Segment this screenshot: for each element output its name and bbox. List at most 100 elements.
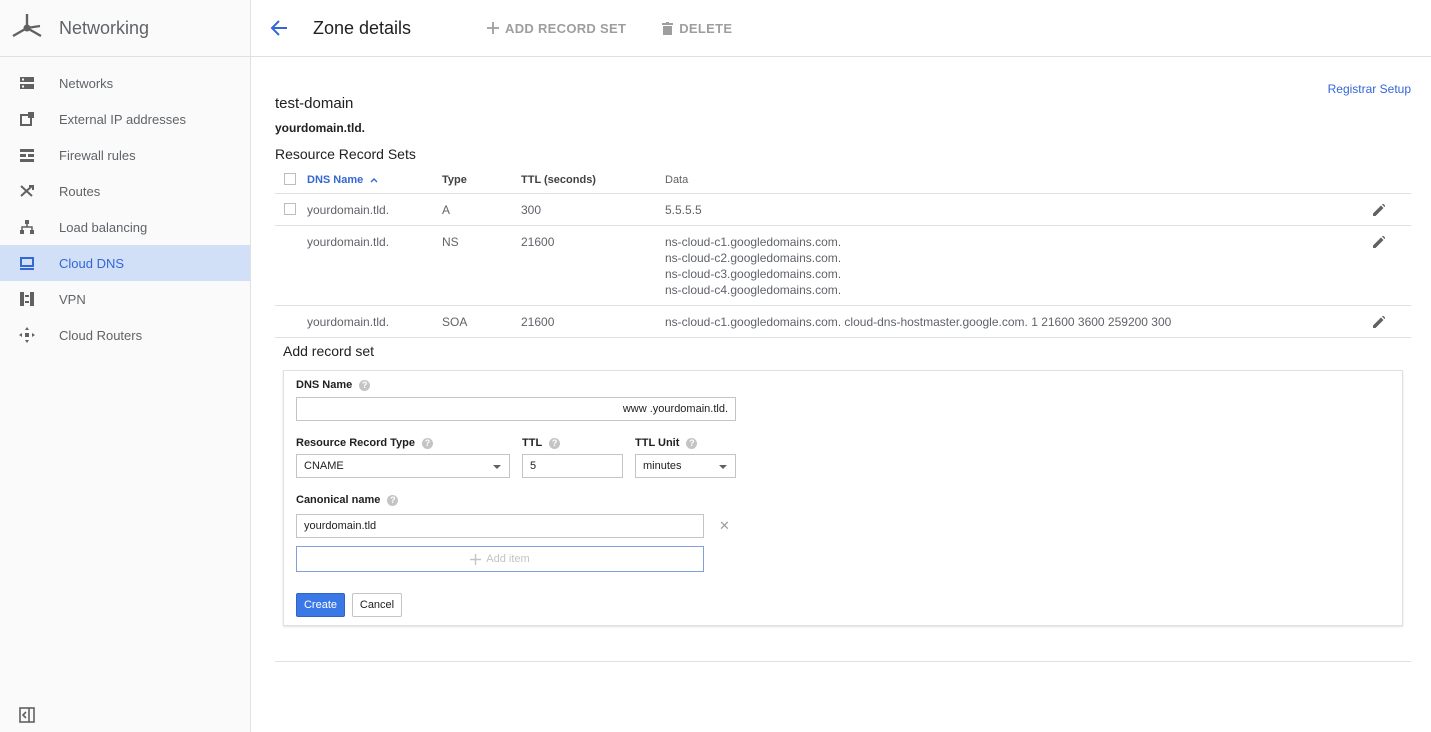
sidebar-item-load-balancing[interactable]: Load balancing <box>0 209 250 245</box>
row-type: A <box>442 203 451 217</box>
sidebar-item-cloud-routers[interactable]: Cloud Routers <box>0 317 250 353</box>
back-arrow-icon[interactable] <box>267 16 291 40</box>
cloud-routers-icon <box>19 327 35 343</box>
dropdown-arrow-icon <box>493 465 501 469</box>
edit-pencil-icon[interactable] <box>1371 234 1387 250</box>
zone-name: test-domain <box>275 95 354 112</box>
add-record-set-button[interactable]: ADD RECORD SET <box>487 21 626 36</box>
column-data: Data <box>665 174 689 186</box>
sidebar-item-networks[interactable]: Networks <box>0 65 250 101</box>
create-button[interactable]: Create <box>296 593 345 617</box>
row-ttl: 21600 <box>521 235 555 249</box>
plus-icon <box>487 22 499 34</box>
rr-type-value: CNAME <box>304 460 344 472</box>
sort-ascending-icon <box>370 178 378 183</box>
external-ip-icon <box>19 111 35 127</box>
sidebar-item-cloud-dns[interactable]: Cloud DNS <box>0 245 250 281</box>
clear-item-icon[interactable]: ✕ <box>719 518 730 534</box>
sidebar-item-label: Routes <box>59 183 101 199</box>
select-all-checkbox[interactable] <box>284 173 296 185</box>
cancel-button[interactable]: Cancel <box>352 593 402 617</box>
help-icon[interactable]: ? <box>387 494 399 506</box>
page-title: Zone details <box>313 17 412 38</box>
column-dns-name-label: DNS Name <box>307 174 364 186</box>
row-data-line: ns-cloud-c4.googledomains.com. <box>665 283 842 297</box>
sidebar-item-label: Cloud DNS <box>59 255 125 271</box>
help-icon[interactable]: ? <box>549 437 561 449</box>
sidebar-item-vpn[interactable]: VPN <box>0 281 250 317</box>
rr-type-label-text: Resource Record Type <box>296 437 416 449</box>
rr-type-select[interactable]: CNAME <box>296 454 510 478</box>
cloud-dns-icon <box>19 255 35 271</box>
trash-icon <box>662 21 674 35</box>
add-item-button[interactable]: Add item <box>296 546 704 572</box>
add-record-set-panel: DNS Name ? www .yourdomain.tld. Resource… <box>283 370 1403 626</box>
sidebar-item-label: Firewall rules <box>59 147 136 163</box>
row-dns-name: yourdomain.tld. <box>307 203 390 217</box>
column-ttl[interactable]: TTL (seconds) <box>521 174 596 186</box>
ttl-unit-label: TTL Unit ? <box>635 437 698 449</box>
delete-button[interactable]: DELETE <box>662 21 732 36</box>
canonical-name-input[interactable]: yourdomain.tld <box>296 514 704 538</box>
table-row: yourdomain.tld. NS 21600 ns-cloud-c1.goo… <box>275 226 1411 306</box>
column-dns-name[interactable]: DNS Name <box>307 174 378 186</box>
networks-icon <box>19 75 35 91</box>
table-header: DNS Name Type TTL (seconds) Data <box>275 169 1411 194</box>
plus-icon <box>470 553 482 565</box>
divider <box>275 661 1411 662</box>
record-sets-title: Resource Record Sets <box>275 146 416 162</box>
help-icon[interactable]: ? <box>686 437 698 449</box>
sidebar-item-label: External IP addresses <box>59 111 186 127</box>
ttl-input[interactable]: 5 <box>522 454 623 478</box>
dns-name-input[interactable]: www .yourdomain.tld. <box>296 397 736 421</box>
add-item-label: Add item <box>486 553 530 565</box>
dns-name-suffix: .yourdomain.tld. <box>649 403 728 415</box>
row-data: ns-cloud-c1.googledomains.com. ns-cloud-… <box>665 234 841 298</box>
edit-pencil-icon[interactable] <box>1371 314 1387 330</box>
row-ttl: 300 <box>521 203 542 217</box>
row-dns-name: yourdomain.tld. <box>307 235 390 249</box>
dns-name-value: www .yourdomain.tld. <box>623 403 728 415</box>
canonical-name-label: Canonical name ? <box>296 494 399 506</box>
help-icon[interactable]: ? <box>422 437 434 449</box>
row-data: ns-cloud-c1.googledomains.com. cloud-dns… <box>665 315 1172 329</box>
row-data-line: ns-cloud-c2.googledomains.com. <box>665 251 842 265</box>
vpn-icon <box>19 291 35 307</box>
table-row: yourdomain.tld. A 300 5.5.5.5 <box>275 194 1411 226</box>
canonical-name-label-text: Canonical name <box>296 494 381 506</box>
rr-type-label: Resource Record Type ? <box>296 437 434 449</box>
delete-label: DELETE <box>679 20 733 36</box>
registrar-setup-link[interactable]: Registrar Setup <box>1328 82 1411 96</box>
help-icon[interactable]: ? <box>359 379 371 391</box>
row-data-line: ns-cloud-c3.googledomains.com. <box>665 267 842 281</box>
row-data-line: ns-cloud-c1.googledomains.com. <box>665 235 842 249</box>
dns-name-prefix: www <box>622 403 647 415</box>
sidebar-item-routes[interactable]: Routes <box>0 173 250 209</box>
ttl-value: 5 <box>530 460 537 472</box>
add-record-set-label: ADD RECORD SET <box>505 20 627 36</box>
add-record-set-title: Add record set <box>283 343 375 359</box>
ttl-unit-select[interactable]: minutes <box>635 454 736 478</box>
row-checkbox[interactable] <box>284 203 296 215</box>
edit-pencil-icon[interactable] <box>1371 202 1387 218</box>
sidebar: Networking Networks External IP addresse… <box>0 0 251 732</box>
ttl-unit-value: minutes <box>643 460 682 472</box>
column-type[interactable]: Type <box>442 174 467 186</box>
sidebar-item-label: VPN <box>59 291 86 307</box>
sidebar-title: Networking <box>59 17 150 38</box>
dns-name-label: DNS Name ? <box>296 379 371 391</box>
app: Networking Networks External IP addresse… <box>0 0 1431 732</box>
row-ttl: 21600 <box>521 315 555 329</box>
sidebar-item-firewall-rules[interactable]: Firewall rules <box>0 137 250 173</box>
sidebar-item-external-ip[interactable]: External IP addresses <box>0 101 250 137</box>
networking-logo-icon <box>9 10 45 46</box>
sidebar-header: Networking <box>0 0 250 57</box>
collapse-sidebar-icon[interactable] <box>18 706 36 724</box>
dns-name-label-text: DNS Name <box>296 379 353 391</box>
sidebar-nav: Networks External IP addresses Firewall … <box>0 65 250 353</box>
sidebar-item-label: Load balancing <box>59 219 148 235</box>
record-sets-table: DNS Name Type TTL (seconds) Data yourdom… <box>275 169 1411 338</box>
routes-icon <box>19 183 35 199</box>
ttl-unit-label-text: TTL Unit <box>635 437 680 449</box>
sidebar-item-label: Networks <box>59 75 114 91</box>
